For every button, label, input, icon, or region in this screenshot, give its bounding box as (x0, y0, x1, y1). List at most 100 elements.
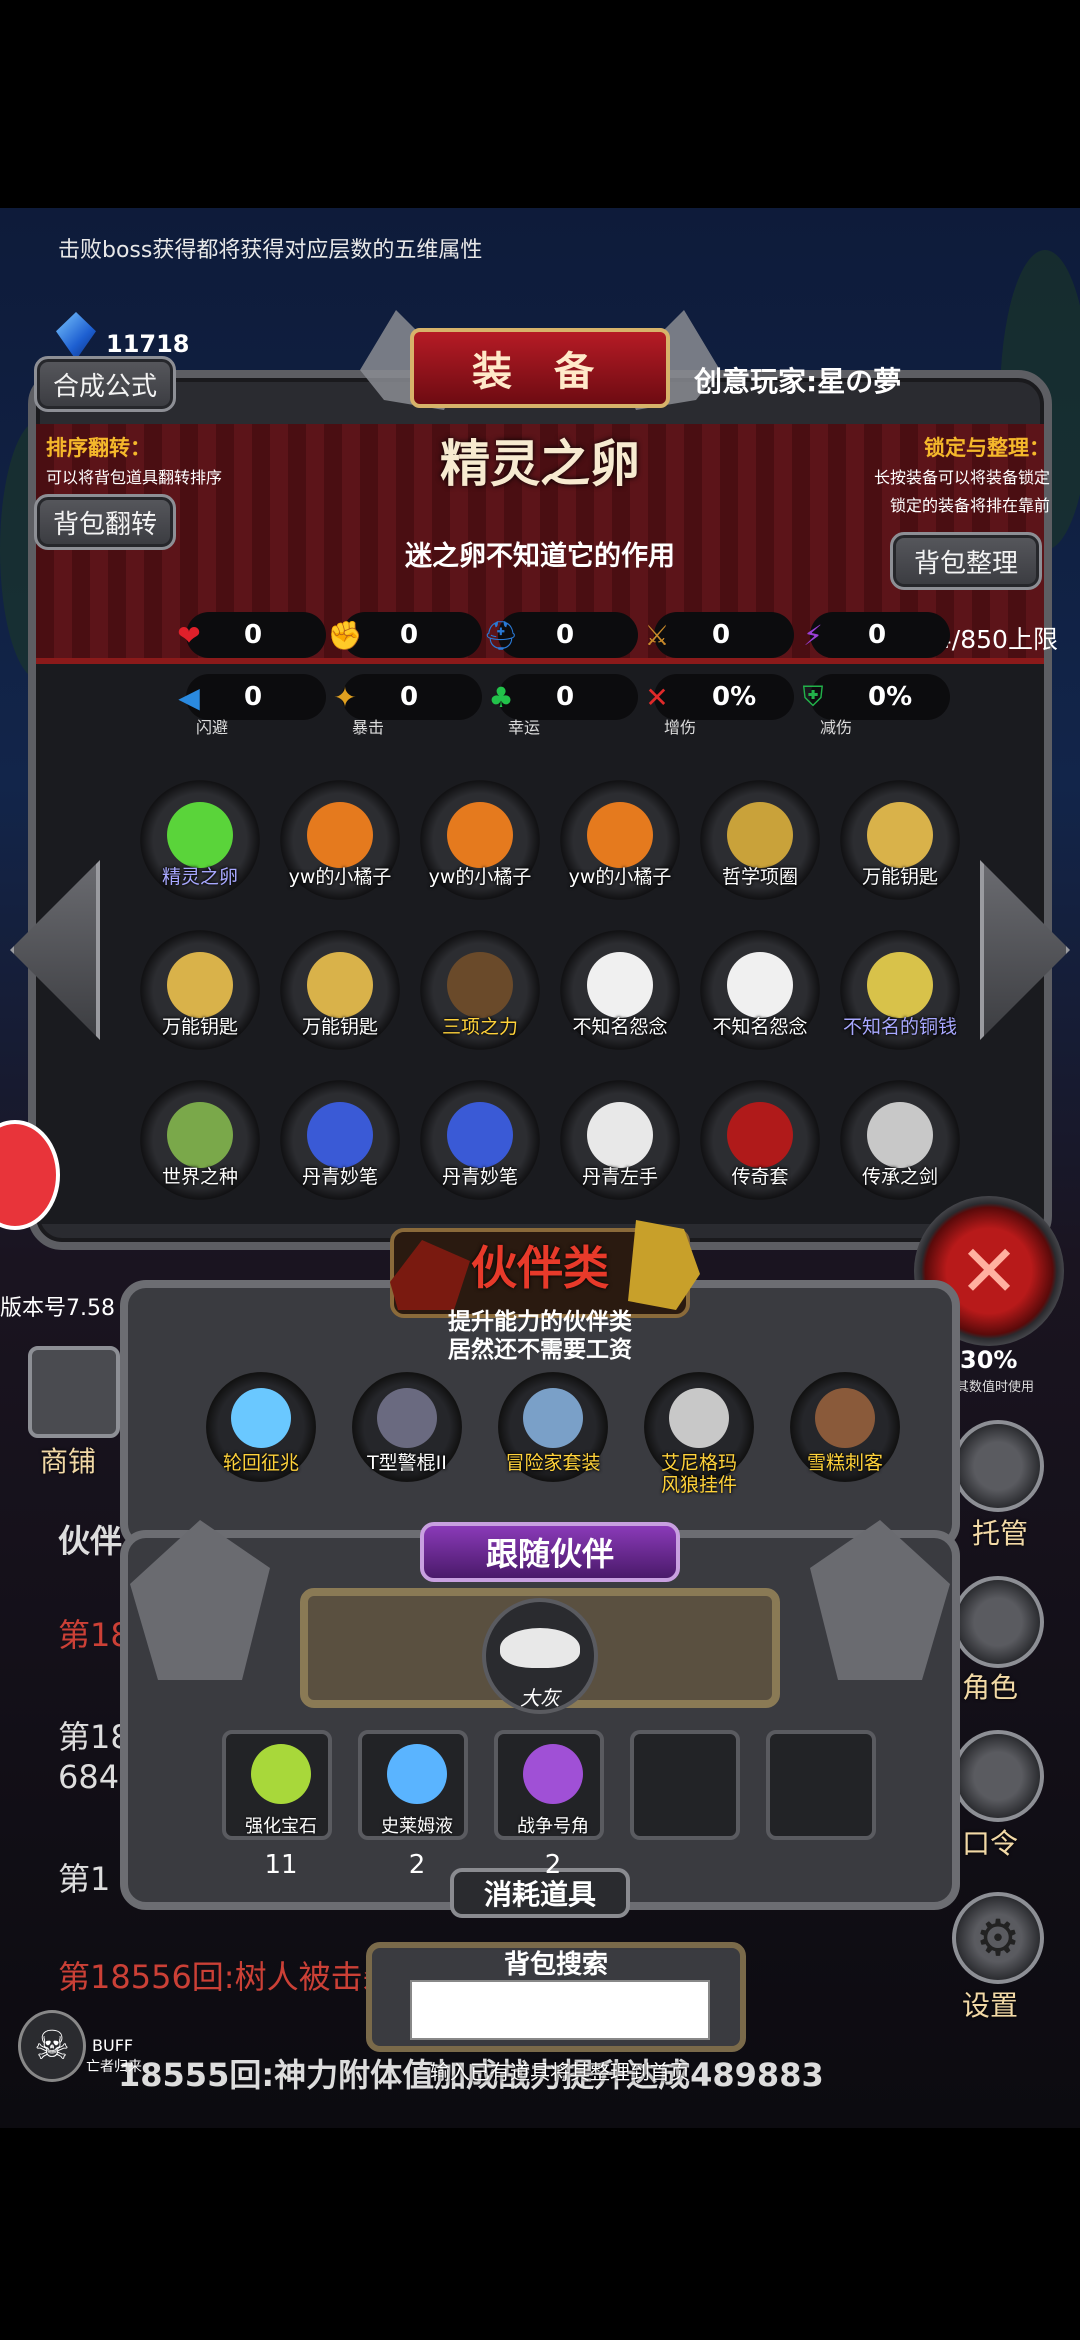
inventory-slot[interactable]: 精灵之卵 (140, 780, 260, 900)
helmet-icon: ⛑ (483, 618, 519, 652)
selected-item-name: 精灵之卵 (440, 435, 640, 493)
lock-desc-2: 锁定的装备将排在靠前 (889, 496, 1050, 515)
consumable-slot[interactable]: 战争号角 2 (494, 1730, 604, 1880)
consumable-slot[interactable] (630, 1730, 740, 1840)
armor-icon (727, 1102, 793, 1168)
consumable-slot[interactable]: 强化宝石 11 (222, 1730, 332, 1880)
inventory-slot[interactable]: 哲学项圈 (700, 780, 820, 900)
search-input[interactable] (410, 1980, 710, 2040)
inventory-slot[interactable]: 丹青妙笔 (280, 1080, 400, 1200)
inventory-slot[interactable]: 万能钥匙 (140, 930, 260, 1050)
strength-icon: ✊ (327, 618, 363, 652)
partner-slot[interactable]: 雪糕刺客 (790, 1372, 900, 1482)
dice-icon[interactable] (952, 1420, 1044, 1512)
inventory-slot-label: 传承之剑 (861, 1166, 938, 1188)
log-line: 第1 (58, 1860, 111, 1898)
consumable-slot[interactable]: 史莱姆液 2 (358, 1730, 468, 1880)
log-line: 684 (58, 1758, 120, 1796)
sword-item-icon (867, 1102, 933, 1168)
version-label: 版本号7.58 (0, 1296, 115, 1321)
inventory-slot-label: 万能钥匙 (861, 866, 938, 888)
lock-desc-1: 长按装备可以将装备锁定 (873, 468, 1050, 487)
partner-slot[interactable]: 轮回征兆 (206, 1372, 316, 1482)
tip-text: 击败boss获得都将获得对应层数的五维属性 (58, 238, 483, 263)
consumable-label: 史莱姆液 (381, 1816, 453, 1837)
inventory-slot[interactable]: 丹青左手 (560, 1080, 680, 1200)
inventory-slot[interactable]: 不知名怨念 (700, 930, 820, 1050)
consumable-slot[interactable] (766, 1730, 876, 1840)
inventory-slot[interactable]: 丹青妙笔 (420, 1080, 540, 1200)
brush-icon (447, 1102, 513, 1168)
selected-item-desc: 迷之卵不知道它的作用 (405, 541, 675, 572)
partner-slot[interactable]: 冒险家套装 (498, 1372, 608, 1482)
inventory-slot[interactable]: yw的小橘子 (280, 780, 400, 900)
stat-value: 0 (244, 620, 263, 650)
code-label[interactable]: 口令 (962, 1822, 1018, 1862)
stat-value: 0 (400, 682, 419, 712)
wolf-icon (669, 1388, 729, 1448)
inventory-slot-label: 丹青妙笔 (301, 1166, 378, 1188)
consumable-count: 2 (544, 1850, 562, 1880)
ghost-icon (727, 952, 793, 1018)
inventory-slot-label: yw的小橘子 (568, 866, 672, 888)
sort-flip-desc: 可以将背包道具翻转排序 (46, 468, 223, 487)
inventory-slot-label: 不知名怨念 (572, 1016, 668, 1038)
partner-slot-label: 艾尼格玛 风狼挂件 (660, 1452, 737, 1496)
inventory-slot-label: 不知名的铜钱 (842, 1016, 957, 1038)
partner-slot[interactable]: 艾尼格玛 风狼挂件 (644, 1372, 754, 1496)
consumable-label: 战争号角 (517, 1816, 589, 1837)
sword-icon: ⚔ (644, 618, 670, 652)
inventory-slot[interactable]: 传奇套 (700, 1080, 820, 1200)
partner-slot-label: 轮回征兆 (222, 1452, 299, 1474)
coin-icon (867, 952, 933, 1018)
shop-label[interactable]: 商铺 (40, 1440, 96, 1480)
inventory-slot[interactable]: 不知名的铜钱 (840, 930, 960, 1050)
manage-label[interactable]: 托管 (972, 1512, 1028, 1552)
bag-organize-button[interactable]: 背包整理 (890, 532, 1042, 590)
inventory-slot[interactable]: 万能钥匙 (280, 930, 400, 1050)
heart-icon: ❤ (177, 618, 201, 652)
inventory-slot[interactable]: 传承之剑 (840, 1080, 960, 1200)
inventory-slot-label: 精灵之卵 (161, 866, 238, 888)
hooded-figure-icon[interactable] (952, 1576, 1044, 1668)
follow-partner-title: 跟随伙伴 (420, 1522, 680, 1582)
stat-label: 闪避 (196, 718, 229, 737)
gem-count: 11718 (106, 330, 190, 358)
craft-formula-button[interactable]: 合成公式 (34, 356, 176, 412)
stat-value: 0 (556, 682, 575, 712)
shop-icon[interactable] (28, 1346, 120, 1438)
inventory-slot-label: 不知名怨念 (712, 1016, 808, 1038)
stat-label: 减伤 (820, 718, 853, 737)
inventory-slot[interactable]: yw的小橘子 (420, 780, 540, 900)
inventory-slot[interactable]: 三项之力 (420, 930, 540, 1050)
inventory-slot-label: 丹青妙笔 (441, 1166, 518, 1188)
skull-icon[interactable]: ☠ (18, 2010, 86, 2082)
role-label[interactable]: 角色 (962, 1666, 1018, 1706)
search-title: 背包搜索 (503, 1950, 608, 1980)
hand-icon (587, 1102, 653, 1168)
brush-icon (307, 1102, 373, 1168)
dolphin-icon (500, 1628, 580, 1668)
inventory-slot[interactable]: yw的小橘子 (560, 780, 680, 900)
lightning-icon: ⚡ (803, 618, 823, 652)
partner-slot-label: 雪糕刺客 (806, 1452, 883, 1474)
settings-label[interactable]: 设置 (962, 1984, 1018, 2024)
inventory-slot[interactable]: 不知名怨念 (560, 930, 680, 1050)
inventory-slot[interactable]: 世界之种 (140, 1080, 260, 1200)
inventory-slot-label: 丹青左手 (581, 1166, 658, 1188)
ghost-icon (587, 952, 653, 1018)
gear-icon[interactable]: ⚙ (952, 1892, 1044, 1984)
partner-slot-label: 冒险家套装 (505, 1452, 601, 1474)
scroll-icon[interactable] (952, 1730, 1044, 1822)
trinity-icon (447, 952, 513, 1018)
consumable-count: 11 (264, 1850, 298, 1880)
follower-name: 大灰 (520, 1686, 560, 1710)
stat-value: 0 (712, 620, 731, 650)
partner-slot[interactable]: T型警棍II (352, 1372, 462, 1482)
inventory-slot[interactable]: 万能钥匙 (840, 780, 960, 900)
orange-icon (307, 802, 373, 868)
stat-value: 0 (556, 620, 575, 650)
lock-organize-title: 锁定与整理： (924, 436, 1050, 460)
bag-flip-button[interactable]: 背包翻转 (34, 494, 176, 550)
stat-value: 0% (868, 682, 913, 712)
